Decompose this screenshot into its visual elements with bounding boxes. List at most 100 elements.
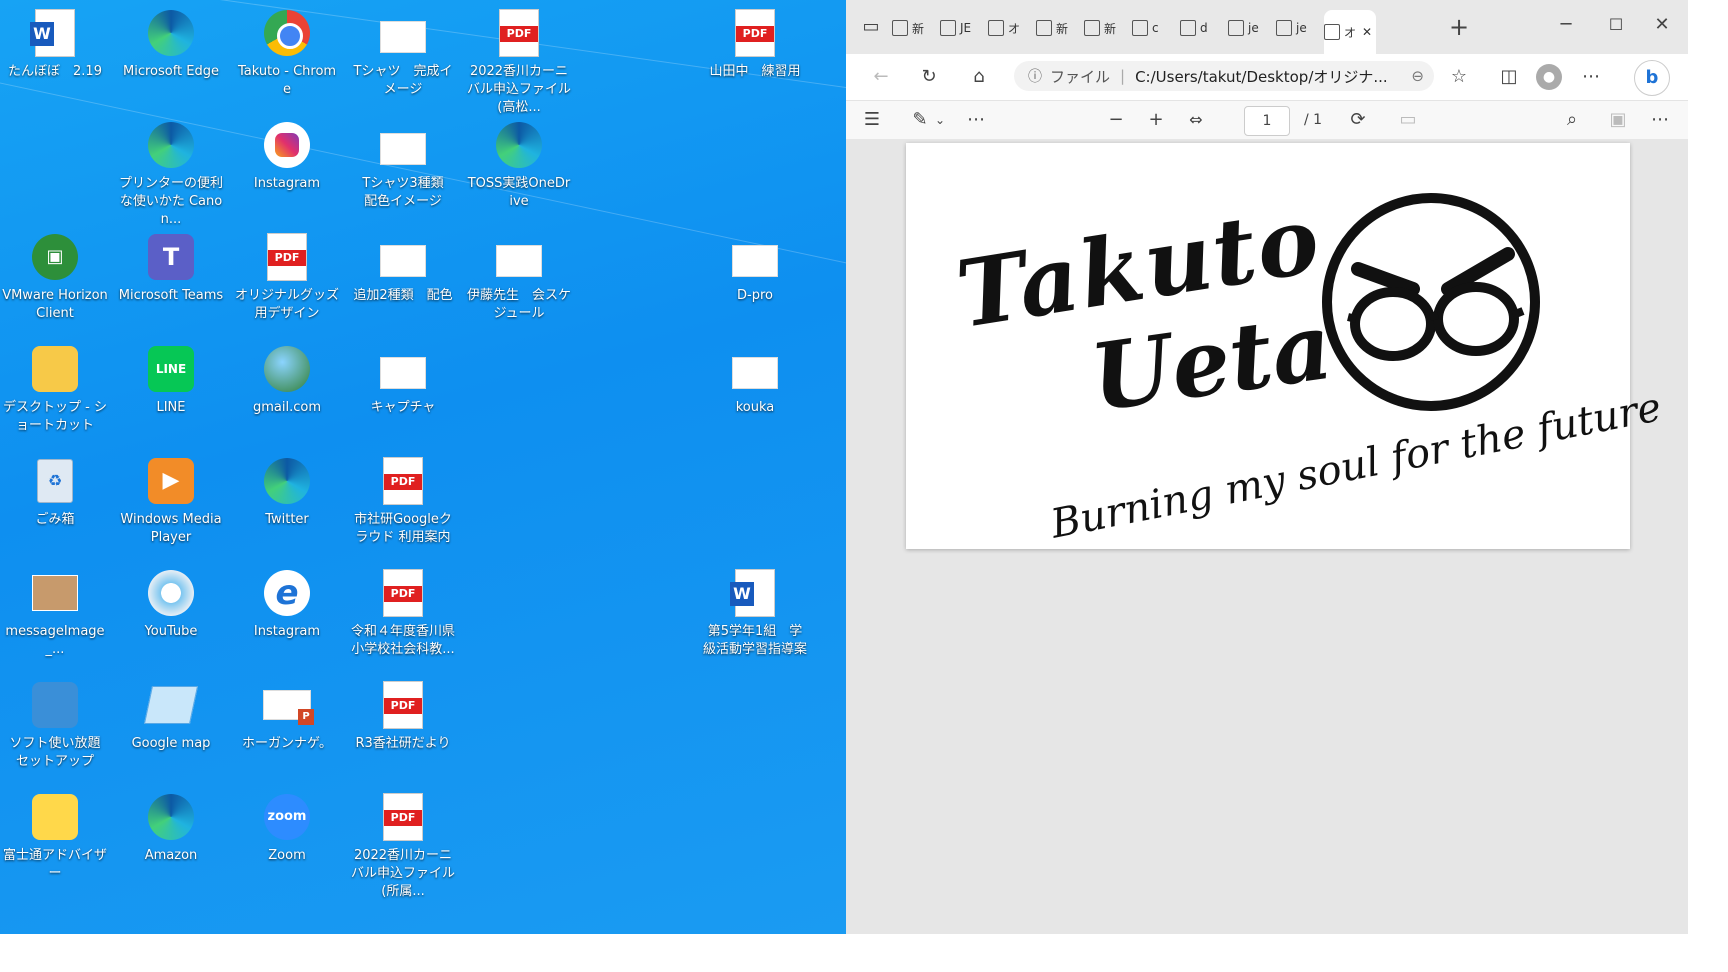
address-bar-row: ← ↻ ⌂ ⓘ ファイル | C:/Users/takut/Desktop/オリ… [846,54,1688,100]
bing-icon[interactable]: b [1634,60,1670,96]
tab-label: d [1200,21,1208,35]
more-tools-icon[interactable]: ⋯ [962,105,990,135]
favorite-star-icon[interactable]: ☆ [1444,62,1474,92]
browser-tab[interactable]: オ ✕ [1324,10,1376,54]
desktop-icon[interactable]: 令和４年度香川県小学校社会科教... [348,562,458,666]
home-icon[interactable]: ⌂ [964,62,994,92]
desktop-icon[interactable]: キャプチャ [348,338,458,442]
split-screen-icon[interactable]: ◫ [1494,62,1524,92]
desktop-icon-label: 追加2種類 配色 [353,288,453,303]
desktop-icon[interactable]: デスクトップ - ショートカット [0,338,110,442]
tab-label: JE [960,21,972,35]
page-icon [1132,20,1148,36]
url-field[interactable]: ⓘ ファイル | C:/Users/takut/Desktop/オリジナ... … [1014,61,1434,91]
desktop-icon[interactable]: LINE LINE [116,338,226,442]
desktop-icon[interactable]: kouka [700,338,810,442]
desktop-icon[interactable]: 2022香川カーニバル申込ファイル(高松... [464,2,574,115]
zoom-out-button[interactable]: − [1102,105,1130,135]
desktop-icon[interactable]: オリジナルグッズ用デザイン [232,226,342,330]
info-icon[interactable]: ⓘ [1028,66,1042,86]
glasses-face-logo [1322,193,1540,411]
youtube-icon [147,569,195,617]
page-view-icon[interactable]: ▭ [1394,105,1422,135]
browser-tab[interactable]: je [1276,14,1322,42]
pdf-viewer[interactable]: Takuto Ueta Burning my soul for the futu… [846,139,1688,934]
page-number-input[interactable]: 1 [1244,106,1290,136]
profile-avatar[interactable]: ● [1536,64,1562,90]
desktop-icon[interactable]: Microsoft Edge [116,2,226,106]
browser-tab[interactable]: 新 [1084,14,1130,42]
browser-tab[interactable]: je [1228,14,1274,42]
desktop-icon-label: LINE [156,400,186,415]
desktop-icon[interactable]: Google map [116,674,226,778]
browser-tab[interactable]: d [1180,14,1226,42]
desktop-icon-label: Instagram [253,624,321,639]
page-icon [892,20,908,36]
close-tab-icon[interactable]: ✕ [1362,25,1372,39]
close-window-button[interactable]: ✕ [1642,10,1682,40]
desktop-icon[interactable]: Tシャツ 完成イメージ [348,2,458,106]
desktop-icon[interactable]: ▣ VMware Horizon Client [0,226,110,330]
desktop-icon[interactable]: ▶ Windows Media Player [116,450,226,554]
tab-label: je [1248,21,1259,35]
zoom-in-button[interactable]: + [1142,105,1170,135]
desktop-icon[interactable]: 市社研Googleクラウド 利用案内 [348,450,458,554]
browser-tab[interactable]: JE [940,14,986,42]
url-divider: | [1120,67,1126,85]
fit-to-width-icon[interactable]: ⇔ [1182,105,1210,135]
desktop-icon[interactable]: zoom Zoom [232,786,342,890]
desktop-icon[interactable]: 富士通アドバイザー [0,786,110,890]
desktop-icon-label: ごみ箱 [35,512,75,527]
desktop-icon[interactable]: Takuto - Chrome [232,2,342,106]
save-icon[interactable]: ▣ [1604,105,1632,135]
desktop-icon[interactable]: 伊藤先生 会スケジュール [464,226,574,330]
desktop-icon[interactable]: D-pro [700,226,810,330]
browser-tab[interactable]: 新 [1036,14,1082,42]
desktop-icon[interactable]: Amazon [116,786,226,890]
desktop-icon-label: R3香社研だより [355,736,451,751]
browser-tab[interactable]: c [1132,14,1178,42]
more-menu-icon[interactable]: ⋯ [1576,62,1606,92]
desktop-icon[interactable]: 追加2種類 配色 [348,226,458,330]
desktop-icon[interactable]: ソフト使い放題 セットアップ [0,674,110,778]
desktop-icon[interactable]: TOSS実践OneDrive [464,114,574,218]
desktop-icon-label: Takuto - Chrome [237,64,337,97]
desktop-icon[interactable]: プリンターの便利な使いかた Canon... [116,114,226,227]
instagram-icon [263,121,311,169]
desktop-icon[interactable]: 2022香川カーニバル申込ファイル(所属... [348,786,458,899]
browser-tab[interactable]: 新 [892,14,938,42]
thumb-icon [379,345,427,393]
browser-tab[interactable]: オ [988,14,1034,42]
desktop-icon[interactable]: R3香社研だより [348,674,458,778]
desktop-icon[interactable]: Twitter [232,450,342,554]
desktop-icon[interactable]: 第5学年1組 学級活動学習指導案 [700,562,810,666]
vmware-icon: ▣ [31,233,79,281]
desktop-icon[interactable]: Instagram [232,114,342,218]
desktop-icon[interactable]: Tシャツ3種類 配色イメージ [348,114,458,218]
desktop-icon[interactable]: 山田中 練習用 [700,2,810,106]
desktop-icon[interactable]: gmail.com [232,338,342,442]
pdf-more-icon[interactable]: ⋯ [1646,105,1674,135]
tab-actions-icon[interactable]: ▭ [856,12,886,42]
new-tab-button[interactable]: + [1444,12,1474,42]
rotate-icon[interactable]: ⟳ [1344,105,1372,135]
minimize-button[interactable]: ─ [1546,10,1586,40]
folder-icon [31,345,79,393]
tab-label: 新 [1104,21,1117,36]
contents-list-icon[interactable]: ☰ [858,105,886,135]
desktop-icon[interactable]: P ホーガンナゲ。 [232,674,342,778]
desktop-icon[interactable]: たんぼぼ 2.19 [0,2,110,106]
edge-icon [147,793,195,841]
page-icon [1324,24,1340,40]
refresh-icon[interactable]: ↻ [914,62,944,92]
desktop-icon[interactable]: YouTube [116,562,226,666]
back-arrow-icon[interactable]: ← [866,62,896,92]
zoom-out-icon[interactable]: ⊖ [1411,67,1424,85]
desktop-icon[interactable]: T Microsoft Teams [116,226,226,330]
chevron-down-icon[interactable]: ⌄ [930,105,950,135]
desktop-icon[interactable]: ♻ ごみ箱 [0,450,110,554]
desktop-icon[interactable]: e Instagram [232,562,342,666]
search-icon[interactable]: ⌕ [1558,105,1586,135]
desktop-icon[interactable]: messageImage_... [0,562,110,666]
maximize-button[interactable]: ☐ [1596,10,1636,40]
